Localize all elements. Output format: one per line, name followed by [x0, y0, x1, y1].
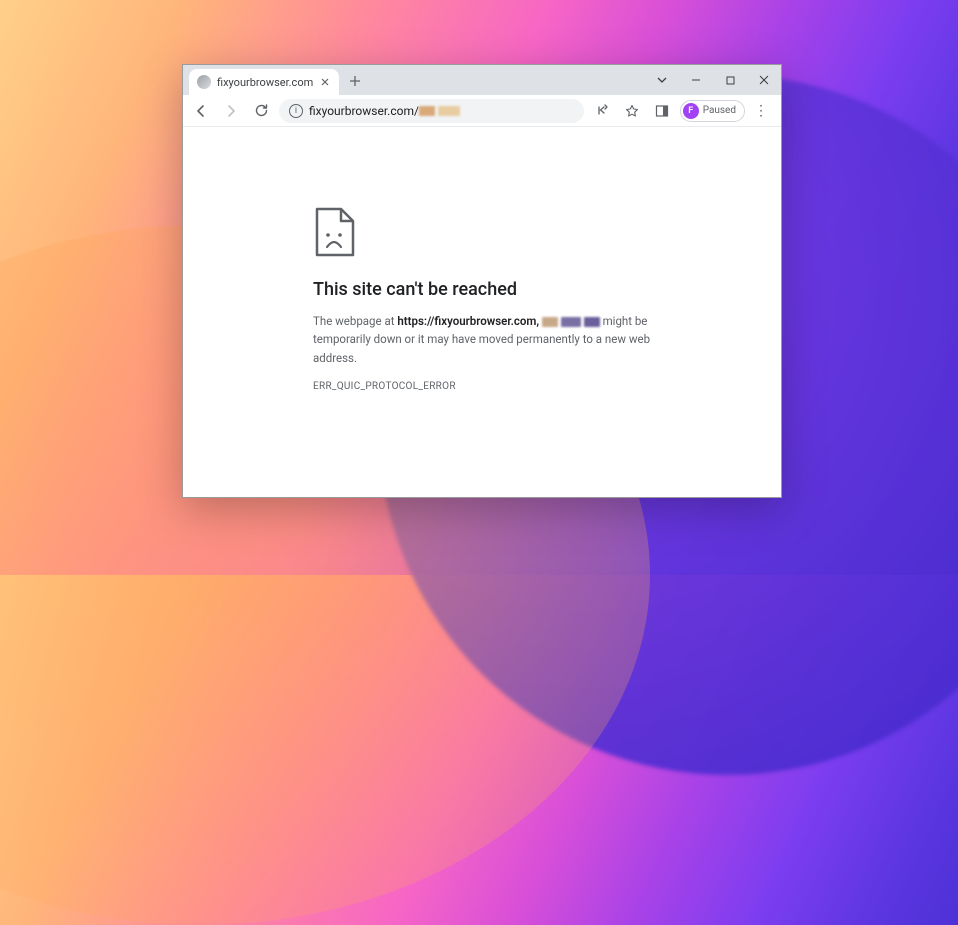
error-body-prefix: The webpage at [313, 314, 397, 328]
toolbar-actions: F Paused ⋮ [590, 99, 775, 123]
address-bar[interactable]: i fixyourbrowser.com/ [279, 99, 584, 123]
error-code: ERR_QUIC_PROTOCOL_ERROR [313, 381, 781, 392]
menu-button[interactable]: ⋮ [751, 99, 771, 123]
share-icon[interactable] [590, 99, 614, 123]
error-body: The webpage at https://fixyourbrowser.co… [313, 312, 683, 367]
site-info-icon[interactable]: i [289, 104, 303, 118]
titlebar: fixyourbrowser.com [183, 65, 781, 95]
redacted-segment [584, 317, 600, 327]
page-content: This site can't be reached The webpage a… [183, 127, 781, 497]
browser-tab-active[interactable]: fixyourbrowser.com [189, 69, 339, 95]
error-heading: This site can't be reached [313, 279, 781, 300]
globe-icon [197, 75, 211, 89]
close-window-button[interactable] [747, 69, 781, 92]
back-button[interactable] [189, 99, 213, 123]
toolbar: i fixyourbrowser.com/ F Paused ⋮ [183, 95, 781, 127]
bookmark-icon[interactable] [620, 99, 644, 123]
forward-button[interactable] [219, 99, 243, 123]
avatar: F [683, 103, 699, 119]
reload-button[interactable] [249, 99, 273, 123]
error-url: https://fixyourbrowser.com [397, 314, 536, 328]
redacted-segment [419, 106, 435, 116]
minimize-button[interactable] [679, 69, 713, 92]
side-panel-icon[interactable] [650, 99, 674, 123]
close-tab-icon[interactable] [319, 76, 331, 88]
redacted-segment [438, 106, 460, 116]
window-controls [645, 65, 781, 95]
url-text: fixyourbrowser.com/ [309, 104, 574, 118]
sad-page-icon [313, 207, 357, 257]
url-host: fixyourbrowser.com/ [309, 104, 419, 118]
chevron-down-icon[interactable] [645, 69, 679, 92]
profile-status: Paused [703, 105, 736, 116]
tab-strip: fixyourbrowser.com [183, 65, 645, 95]
tab-title: fixyourbrowser.com [217, 76, 313, 89]
redacted-segment [542, 317, 558, 327]
maximize-button[interactable] [713, 69, 747, 92]
browser-window: fixyourbrowser.com [182, 64, 782, 498]
profile-chip[interactable]: F Paused [680, 100, 745, 122]
redacted-segment [561, 317, 581, 327]
new-tab-button[interactable] [343, 69, 367, 93]
